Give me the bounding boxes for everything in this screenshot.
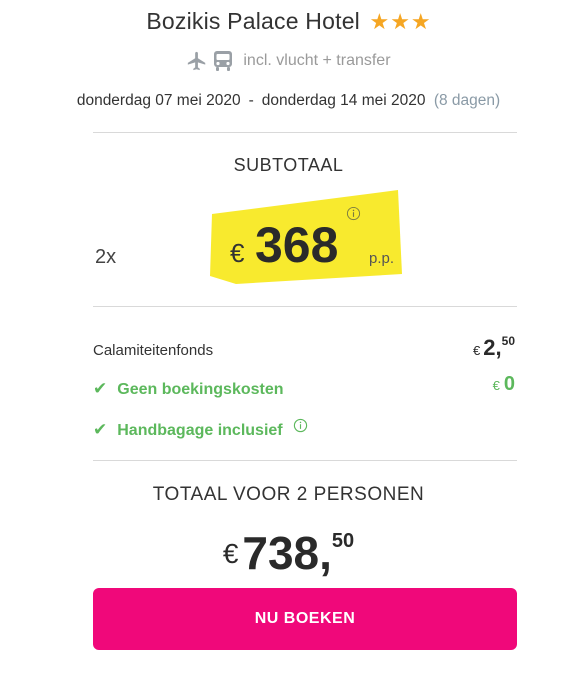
amount-integer: 738, [242,527,332,579]
transport-info: incl. vlucht + transfer [0,50,577,72]
calamity-fund-label: Calamiteitenfonds [93,342,214,359]
booking-costs-value: €0 [493,373,515,396]
per-person-label: p.p. [369,250,395,267]
incl-text: incl. vlucht + transfer [243,52,391,69]
subtotal-label: SUBTOTAAL [233,155,344,175]
amount-decimal: 50 [501,334,515,348]
plane-icon [186,51,212,71]
price-per-person: 368 [255,217,339,273]
feature-label: Geen boekingskosten [117,381,284,398]
travel-dates: donderdag 07 mei 2020- donderdag 14 mei 2… [0,92,577,110]
total-label: TOTAAL VOOR 2 PERSONEN [152,484,425,505]
currency-symbol: € [473,343,481,358]
star-icon: ★ [390,8,410,34]
currency-symbol: € [230,238,245,268]
star-icon: ★ [410,8,431,34]
bus-icon [213,51,237,71]
feature-booking-costs: ✔ Geen boekingskosten [93,379,284,399]
book-now-button[interactable]: NU BOEKEN [93,588,517,650]
date-separator: - [248,92,254,109]
divider [93,132,517,133]
check-icon: ✔ [93,420,108,439]
currency-symbol: € [492,378,500,393]
end-date: donderdag 14 mei 2020 [261,92,426,109]
info-icon[interactable] [293,418,308,438]
feature-label: Handbagage inclusief [117,422,283,439]
total-price: €738,50 [0,526,577,580]
start-date: donderdag 07 mei 2020 [76,92,241,109]
divider [93,460,517,461]
quantity: 2x [95,246,117,268]
duration: (8 dagen) [433,92,501,109]
feature-hand-luggage: ✔ Handbagage inclusief [93,418,308,440]
star-rating: ★★★ [368,9,430,35]
amount-decimal: 50 [331,530,355,552]
star-icon: ★ [369,8,390,34]
amount-integer: 2, [483,335,502,360]
calamity-fund-value: €2,50 [473,334,515,361]
hotel-title-row: Bozikis Palace Hotel ★★★ [0,8,577,35]
currency-symbol: € [222,538,239,569]
info-icon[interactable] [346,206,361,226]
amount-integer: 0 [503,373,515,395]
divider [93,306,517,307]
hotel-name: Bozikis Palace Hotel [146,8,360,34]
check-icon: ✔ [93,379,108,398]
